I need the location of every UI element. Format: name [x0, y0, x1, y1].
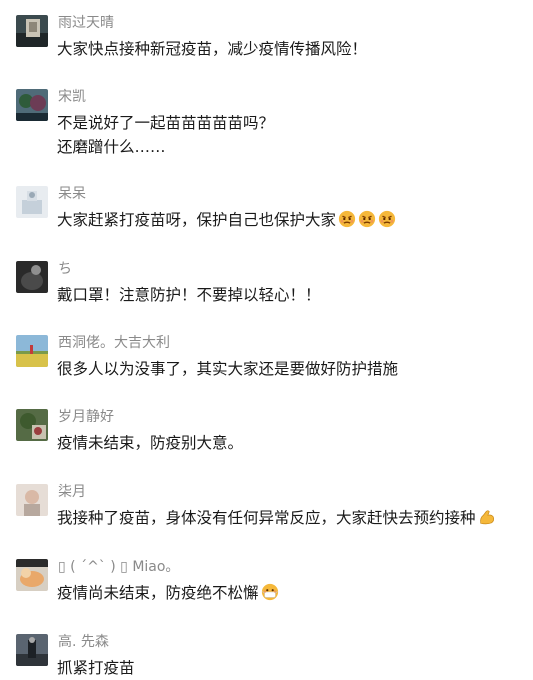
commenter-name[interactable]: 柒月 [58, 483, 86, 501]
avatar[interactable] [16, 634, 48, 666]
comment-body: 大家快点接种新冠疫苗，减少疫情传播风险！ [57, 40, 368, 58]
comment-text: 我接种了疫苗，身体没有任何异常反应，大家赶快去预约接种 [57, 506, 527, 530]
comment-text: 大家快点接种新冠疫苗，减少疫情传播风险！ [57, 37, 527, 61]
avatar[interactable] [16, 559, 48, 591]
commenter-name[interactable]: 高. 先森 [58, 633, 109, 651]
commenter-name[interactable]: 岁月静好 [58, 408, 114, 426]
avatar[interactable] [16, 335, 48, 367]
avatar[interactable] [16, 89, 48, 121]
angry-face-icon [338, 210, 356, 228]
commenter-name[interactable]: ち [58, 260, 72, 278]
avatar[interactable] [16, 261, 48, 293]
commenter-name[interactable]: 呆呆 [58, 185, 86, 203]
avatar[interactable] [16, 186, 48, 218]
comment-body: 疫情未结束，防疫别大意。 [57, 434, 244, 452]
commenter-name[interactable]: 西洞佬。大吉大利 [58, 334, 170, 352]
commenter-name[interactable]: ▯ ( ´^` ) ▯ Miao。 [58, 558, 179, 576]
comment-text: 大家赶紧打疫苗呀，保护自己也保护大家 [57, 208, 527, 232]
comment-body: 抓紧打疫苗 [57, 659, 135, 677]
angry-face-icon [358, 210, 376, 228]
comment-body: 很多人以为没事了，其实大家还是要做好防护措施 [57, 360, 399, 378]
comment-text: 疫情尚未结束，防疫绝不松懈 [57, 581, 527, 605]
comment-body: 大家赶紧打疫苗呀，保护自己也保护大家 [57, 211, 337, 229]
comment-body: 戴口罩！注意防护！不要掉以轻心！！ [57, 286, 321, 304]
avatar[interactable] [16, 409, 48, 441]
mask-face-icon [261, 583, 278, 601]
comment-text: 不是说好了一起苗苗苗苗苗吗？ 还磨蹭什么…… [57, 111, 527, 159]
commenter-name[interactable]: 宋凯 [58, 88, 86, 106]
comment-body: 不是说好了一起苗苗苗苗苗吗？ 还磨蹭什么…… [57, 114, 275, 156]
commenter-name[interactable]: 雨过天晴 [58, 14, 114, 32]
comment-text: 抓紧打疫苗 [57, 656, 527, 680]
comment-text: 很多人以为没事了，其实大家还是要做好防护措施 [57, 357, 527, 381]
comment-body: 我接种了疫苗，身体没有任何异常反应，大家赶快去预约接种 [57, 509, 476, 527]
comment-text: 疫情未结束，防疫别大意。 [57, 431, 527, 455]
avatar[interactable] [16, 484, 48, 516]
comment-body: 疫情尚未结束，防疫绝不松懈 [57, 584, 259, 602]
comment-text: 戴口罩！注意防护！不要掉以轻心！！ [57, 283, 527, 307]
angry-face-icon [378, 210, 396, 228]
avatar[interactable] [16, 15, 48, 47]
flexed-biceps-icon [479, 510, 494, 525]
